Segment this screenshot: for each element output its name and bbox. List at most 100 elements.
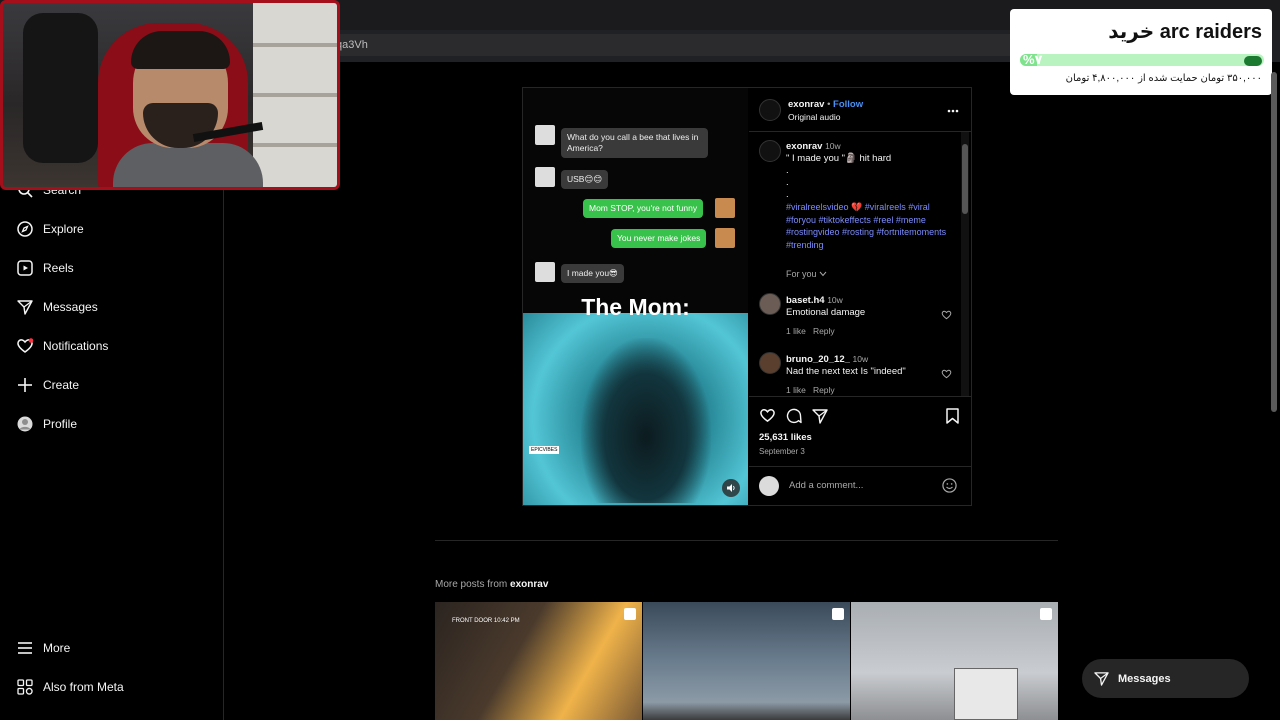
post-date: September 3 xyxy=(759,447,805,456)
post-media[interactable]: What do you call a bee that lives in Ame… xyxy=(523,88,748,505)
caption-age: 10w xyxy=(825,141,841,151)
separator-dot: • xyxy=(827,99,831,110)
chat-avatar xyxy=(535,262,555,282)
donation-title: خرید arc raiders xyxy=(1108,21,1262,43)
webcam-streamer-hair xyxy=(131,31,230,69)
like-icon[interactable] xyxy=(759,408,776,426)
comment-age: 10w xyxy=(852,354,869,364)
sidebar-item-create[interactable]: Create xyxy=(16,373,79,397)
chat-message: I made you😎 xyxy=(561,264,624,283)
sidebar-item-label: Notifications xyxy=(43,339,109,353)
comments-scrollbar[interactable] xyxy=(961,132,969,396)
comment-text: Nad the next text Is "indeed" xyxy=(786,366,906,377)
sidebar-item-profile[interactable]: Profile xyxy=(16,412,77,436)
sidebar-item-label: Also from Meta xyxy=(43,680,124,694)
more-options-icon[interactable] xyxy=(947,102,959,116)
for-you-label: For you xyxy=(786,269,817,279)
donation-subtitle: ۳۵۰,۰۰۰ تومان حمایت شده از ۴,۸۰۰,۰۰۰ توم… xyxy=(1065,73,1262,84)
sidebar-item-messages[interactable]: Messages xyxy=(16,295,98,319)
reels-icon xyxy=(16,259,34,277)
comment-age: 10w xyxy=(827,295,843,305)
reel-badge-icon xyxy=(1040,608,1052,620)
reply-button[interactable]: Reply xyxy=(813,326,835,336)
chat-avatar xyxy=(715,228,735,248)
commenter-avatar[interactable] xyxy=(759,352,781,374)
messages-floating-button[interactable]: Messages xyxy=(1082,659,1249,698)
for-you-toggle[interactable]: For you xyxy=(786,269,827,279)
send-icon xyxy=(1094,672,1109,686)
comment-like-icon[interactable] xyxy=(941,309,952,323)
more-posts-username[interactable]: exonrav xyxy=(510,579,548,590)
compass-icon xyxy=(16,220,34,238)
sidebar-item-label: Profile xyxy=(43,417,78,431)
comment-likes[interactable]: 1 like xyxy=(786,326,806,336)
audio-label[interactable]: Original audio xyxy=(788,112,840,122)
scrollbar-thumb[interactable] xyxy=(962,144,968,214)
webcam-overlay xyxy=(0,0,340,190)
chat-avatar xyxy=(535,167,555,187)
page-scrollbar[interactable] xyxy=(1270,62,1278,720)
comment-like-icon[interactable] xyxy=(941,368,952,382)
likes-count[interactable]: 25,631 likes xyxy=(759,432,812,443)
chevron-down-icon xyxy=(819,271,827,277)
webcam-punching-bag xyxy=(23,13,98,163)
comment-likes[interactable]: 1 like xyxy=(786,385,806,395)
commenter-avatar[interactable] xyxy=(759,293,781,315)
post-actions: 25,631 likes September 3 xyxy=(749,396,971,466)
plus-icon xyxy=(16,376,34,394)
donation-progress-bar xyxy=(1020,54,1264,66)
sidebar-item-reels[interactable]: Reels xyxy=(16,256,74,280)
chat-message: You never make jokes xyxy=(611,229,707,248)
comment-username[interactable]: bruno_20_12_ xyxy=(786,354,850,365)
caption-avatar[interactable] xyxy=(759,140,781,162)
caption-dot: . xyxy=(786,177,789,188)
caption-block: exonrav 10w " I made you "🗿 hit hard . .… xyxy=(786,140,956,251)
send-icon xyxy=(16,298,34,316)
sidebar-item-notifications[interactable]: Notifications xyxy=(16,334,108,358)
comment-item: baset.h4 10w Emotional damage 1 like Rep… xyxy=(786,294,986,337)
chat-avatar xyxy=(715,198,735,218)
volume-button[interactable] xyxy=(722,479,740,497)
avatar-icon xyxy=(16,415,34,433)
share-icon[interactable] xyxy=(812,408,828,427)
follow-button[interactable]: Follow xyxy=(833,99,863,110)
chat-message: Mom STOP, you're not funny xyxy=(583,199,704,218)
author-username[interactable]: exonrav xyxy=(788,99,824,110)
reply-button[interactable]: Reply xyxy=(813,385,835,395)
more-post-thumbnail[interactable] xyxy=(643,602,850,720)
more-post-thumbnail[interactable]: FRONT DOOR 10:42 PM xyxy=(435,602,642,720)
chat-message: What do you call a bee that lives in Ame… xyxy=(561,128,708,158)
sidebar-item-more[interactable]: More xyxy=(16,636,70,660)
heart-icon xyxy=(16,337,34,355)
sidebar-item-label: More xyxy=(43,641,71,655)
bookmark-icon[interactable] xyxy=(946,408,959,427)
address-text: qa3Vh xyxy=(336,39,368,51)
reel-badge-icon xyxy=(624,608,636,620)
comment-username[interactable]: baset.h4 xyxy=(786,295,825,306)
messages-button-label: Messages xyxy=(1118,672,1171,685)
donation-toggle-icon xyxy=(1244,56,1262,66)
post-modal: What do you call a bee that lives in Ame… xyxy=(522,87,972,506)
user-avatar xyxy=(759,476,779,496)
sidebar-item-label: Reels xyxy=(43,261,74,275)
statue-face xyxy=(581,338,711,503)
truck-shape xyxy=(954,668,1018,720)
sidebar-item-explore[interactable]: Explore xyxy=(16,217,84,241)
sidebar-item-label: Create xyxy=(43,378,80,392)
emoji-icon[interactable] xyxy=(942,478,957,496)
more-post-thumbnail[interactable] xyxy=(851,602,1058,720)
add-comment-input[interactable]: Add a comment... xyxy=(789,480,863,491)
caption-username[interactable]: exonrav xyxy=(786,141,822,152)
section-divider xyxy=(435,540,1058,541)
reel-badge-icon xyxy=(832,608,844,620)
media-watermark: EPICVIBES xyxy=(529,446,560,454)
thumbnail-overlay-text: FRONT DOOR 10:42 PM xyxy=(452,618,520,624)
caption-text: " I made you "🗿 hit hard xyxy=(786,153,892,164)
sidebar-item-also-from-meta[interactable]: Also from Meta xyxy=(16,675,124,699)
caption-hashtags[interactable]: #viralreelsvideo 💔 #viralreels #viral #f… xyxy=(786,201,956,251)
author-avatar[interactable] xyxy=(759,99,781,121)
comment-icon[interactable] xyxy=(786,408,802,427)
page-scrollbar-thumb[interactable] xyxy=(1271,72,1277,412)
webcam-streamer-shirt xyxy=(113,143,263,187)
post-header: exonrav • Follow Original audio xyxy=(749,88,971,132)
